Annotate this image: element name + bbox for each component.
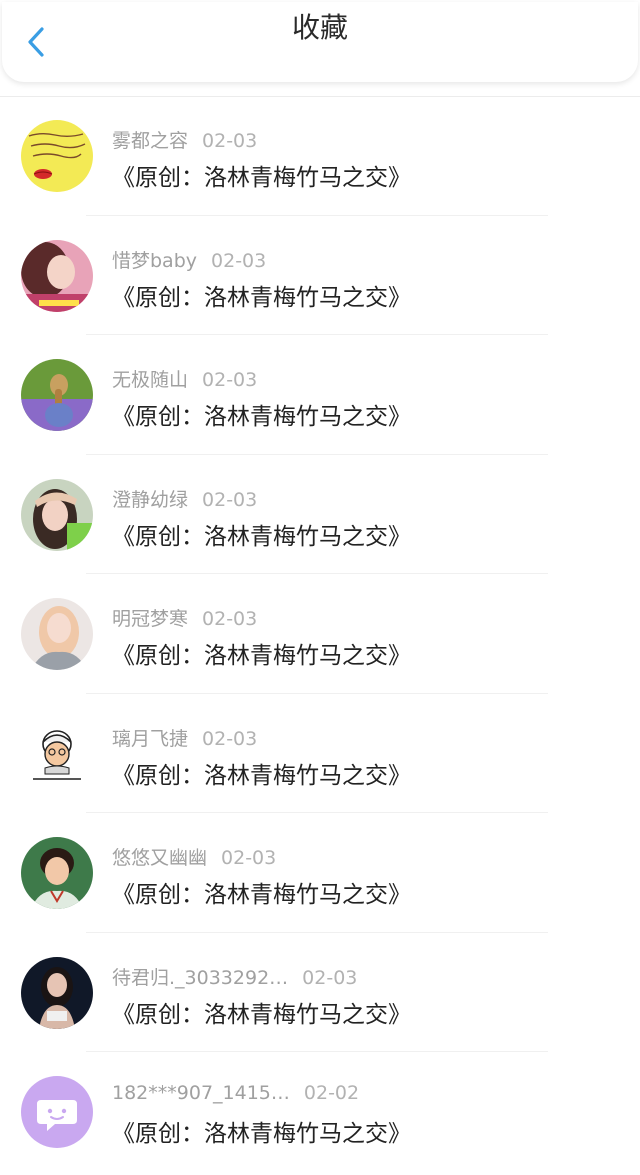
list-item[interactable]: 雾都之容 02-03 《原创：洛林青梅竹马之交》 xyxy=(0,96,640,216)
post-title: 《原创：洛林青梅竹马之交》 xyxy=(112,643,411,669)
avatar[interactable] xyxy=(21,717,93,790)
list-item[interactable]: 无极随山 02-03 《原创：洛林青梅竹马之交》 xyxy=(0,335,640,455)
post-date: 02-03 xyxy=(302,966,358,989)
default-chat-avatar xyxy=(21,1076,93,1148)
post-date: 02-03 xyxy=(202,727,258,750)
girl-cap-avatar xyxy=(21,478,93,551)
avatar[interactable] xyxy=(21,1076,93,1148)
post-date: 02-02 xyxy=(303,1082,360,1104)
author-name: 待君归._3033292… xyxy=(112,966,289,989)
girl-blonde-avatar xyxy=(21,598,93,670)
list-item[interactable]: 璃月飞捷 02-03 《原创：洛林青梅竹马之交》 xyxy=(0,694,640,813)
post-title: 《原创：洛林青梅竹马之交》 xyxy=(112,404,411,430)
avatar[interactable] xyxy=(21,239,93,312)
post-date: 02-03 xyxy=(211,249,267,272)
post-title: 《原创：洛林青梅竹马之交》 xyxy=(112,165,411,191)
list-item[interactable]: 明冠梦寒 02-03 《原创：洛林青梅竹马之交》 xyxy=(0,574,640,694)
avatar[interactable] xyxy=(21,956,93,1029)
girl-dark-avatar xyxy=(21,956,93,1029)
avatar[interactable] xyxy=(21,837,93,909)
post-title: 《原创：洛林青梅竹马之交》 xyxy=(112,523,411,550)
post-title: 《原创：洛林青梅竹马之交》 xyxy=(112,1121,411,1147)
author-name: 182***907_1415… xyxy=(112,1082,290,1104)
list-item[interactable]: 待君归._3033292… 02-03 《原创：洛林青梅竹马之交》 xyxy=(0,933,640,1052)
post-date: 02-03 xyxy=(202,488,258,511)
list-item[interactable]: 澄静幼绿 02-03 《原创：洛林青梅竹马之交》 xyxy=(0,455,640,574)
post-date: 02-03 xyxy=(221,847,277,869)
author-name: 璃月飞捷 xyxy=(112,727,189,750)
woman-green-avatar xyxy=(21,837,93,909)
author-name: 澄静幼绿 xyxy=(112,488,189,511)
favorites-list: 雾都之容 02-03 《原创：洛林青梅竹马之交》 惜梦baby 02-03 《原创：… xyxy=(0,96,640,1172)
cartoon-avatar xyxy=(21,717,93,790)
post-title: 《原创：洛林青梅竹马之交》 xyxy=(112,882,411,908)
post-date: 02-03 xyxy=(202,130,258,152)
avatar[interactable] xyxy=(21,120,93,192)
avatar[interactable] xyxy=(21,598,93,670)
yellow-note-avatar xyxy=(21,120,93,192)
author-name: 明冠梦寒 xyxy=(112,608,189,630)
post-title: 《原创：洛林青梅竹马之交》 xyxy=(112,1001,411,1028)
girl-field-avatar xyxy=(21,359,93,431)
girl-pink-avatar xyxy=(21,239,93,312)
list-item[interactable]: 182***907_1415… 02-02 《原创：洛林青梅竹马之交》 xyxy=(0,1052,640,1172)
list-item[interactable]: 惜梦baby 02-03 《原创：洛林青梅竹马之交》 xyxy=(0,216,640,335)
author-name: 雾都之容 xyxy=(112,130,189,152)
author-name: 惜梦baby xyxy=(112,249,198,272)
post-title: 《原创：洛林青梅竹马之交》 xyxy=(112,284,411,311)
avatar[interactable] xyxy=(21,359,93,431)
page-title: 收藏 xyxy=(291,11,348,44)
post-date: 02-03 xyxy=(202,608,258,630)
author-name: 无极随山 xyxy=(112,369,189,391)
author-name: 悠悠又幽幽 xyxy=(112,847,208,869)
list-item[interactable]: 悠悠又幽幽 02-03 《原创：洛林青梅竹马之交》 xyxy=(0,813,640,933)
post-title: 《原创：洛林青梅竹马之交》 xyxy=(112,762,411,789)
header-bar: 收藏 xyxy=(2,2,638,82)
post-date: 02-03 xyxy=(202,369,258,391)
avatar[interactable] xyxy=(21,478,93,551)
